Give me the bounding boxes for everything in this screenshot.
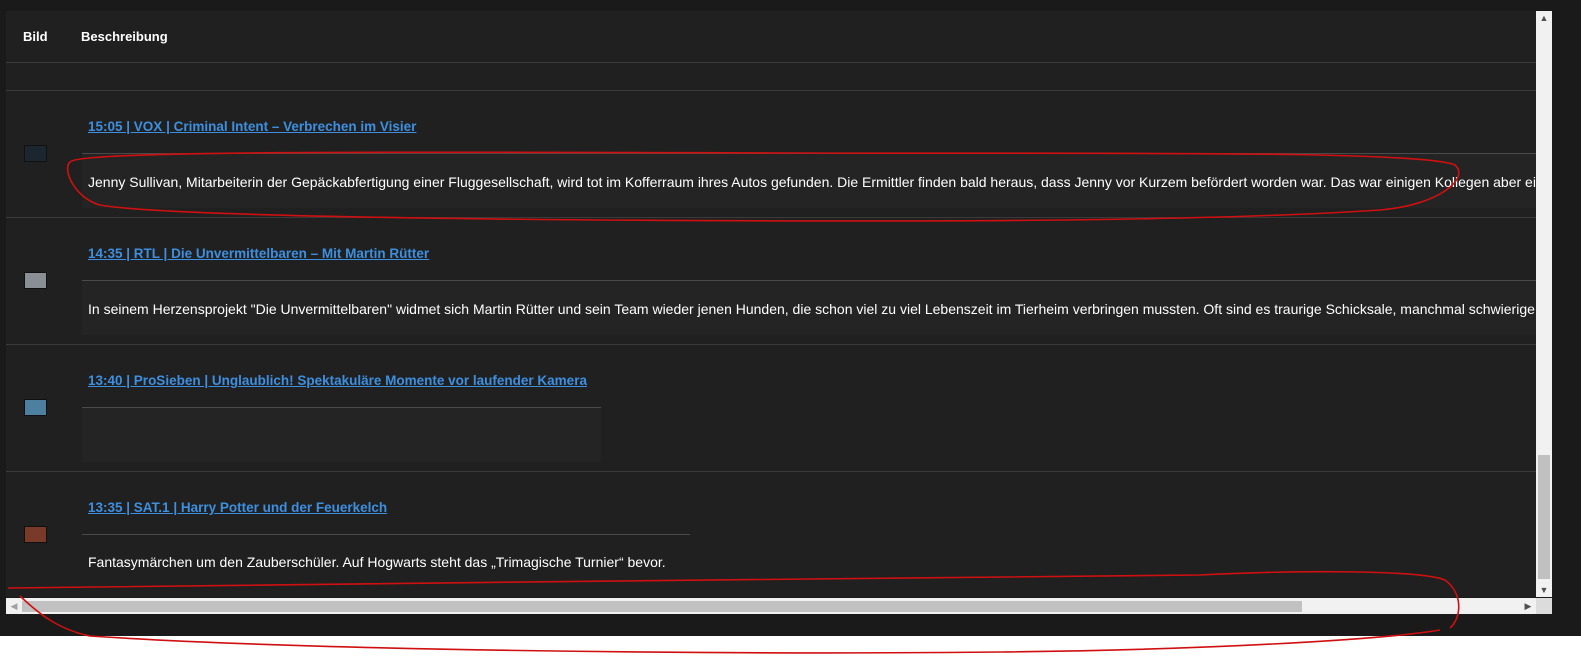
table-row-partial — [6, 63, 1536, 91]
column-header-description[interactable]: Beschreibung — [81, 29, 168, 44]
table-row: 13:40 | ProSieben | Unglaublich! Spektak… — [6, 345, 1536, 472]
vertical-scrollbar[interactable]: ▲ ▼ — [1536, 11, 1552, 597]
table-row: 15:05 | VOX | Criminal Intent – Verbrech… — [6, 91, 1536, 218]
program-thumbnail[interactable] — [24, 145, 47, 162]
horizontal-scrollbar-thumb[interactable] — [22, 601, 1302, 612]
program-description: Fantasymärchen um den Zauberschüler. Auf… — [88, 554, 666, 570]
program-thumbnail[interactable] — [24, 526, 47, 543]
program-title-link[interactable]: 14:35 | RTL | Die Unvermittelbaren – Mit… — [88, 246, 429, 261]
schedule-table: Bild Beschreibung 15:05 | VOX | Criminal… — [6, 11, 1536, 597]
program-title-link[interactable]: 15:05 | VOX | Criminal Intent – Verbrech… — [88, 119, 416, 134]
table-row: 14:35 | RTL | Die Unvermittelbaren – Mit… — [6, 218, 1536, 345]
divider — [82, 534, 690, 535]
scroll-down-arrow-icon[interactable]: ▼ — [1536, 583, 1552, 597]
scroll-left-arrow-icon[interactable]: ◀ — [6, 598, 22, 614]
description-box — [82, 408, 601, 462]
horizontal-scrollbar[interactable]: ◀ ▶ — [6, 598, 1536, 614]
program-thumbnail[interactable] — [24, 272, 47, 289]
scrollbar-corner — [1536, 598, 1552, 614]
program-title-link[interactable]: 13:40 | ProSieben | Unglaublich! Spektak… — [88, 373, 587, 388]
program-description: Jenny Sullivan, Mitarbeiterin der Gepäck… — [88, 174, 1536, 190]
table-header: Bild Beschreibung — [6, 11, 1536, 63]
program-thumbnail[interactable] — [24, 399, 47, 416]
screenshot-stage: Bild Beschreibung 15:05 | VOX | Criminal… — [0, 0, 1581, 662]
scroll-up-arrow-icon[interactable]: ▲ — [1536, 11, 1552, 25]
program-description: In seinem Herzensprojekt "Die Unvermitte… — [88, 301, 1536, 317]
app-frame: Bild Beschreibung 15:05 | VOX | Criminal… — [0, 0, 1581, 636]
column-header-image[interactable]: Bild — [23, 29, 48, 44]
program-title-link[interactable]: 13:35 | SAT.1 | Harry Potter und der Feu… — [88, 500, 387, 515]
scroll-right-arrow-icon[interactable]: ▶ — [1520, 598, 1536, 614]
table-row: 13:35 | SAT.1 | Harry Potter und der Feu… — [6, 472, 1536, 597]
vertical-scrollbar-thumb[interactable] — [1538, 455, 1550, 579]
